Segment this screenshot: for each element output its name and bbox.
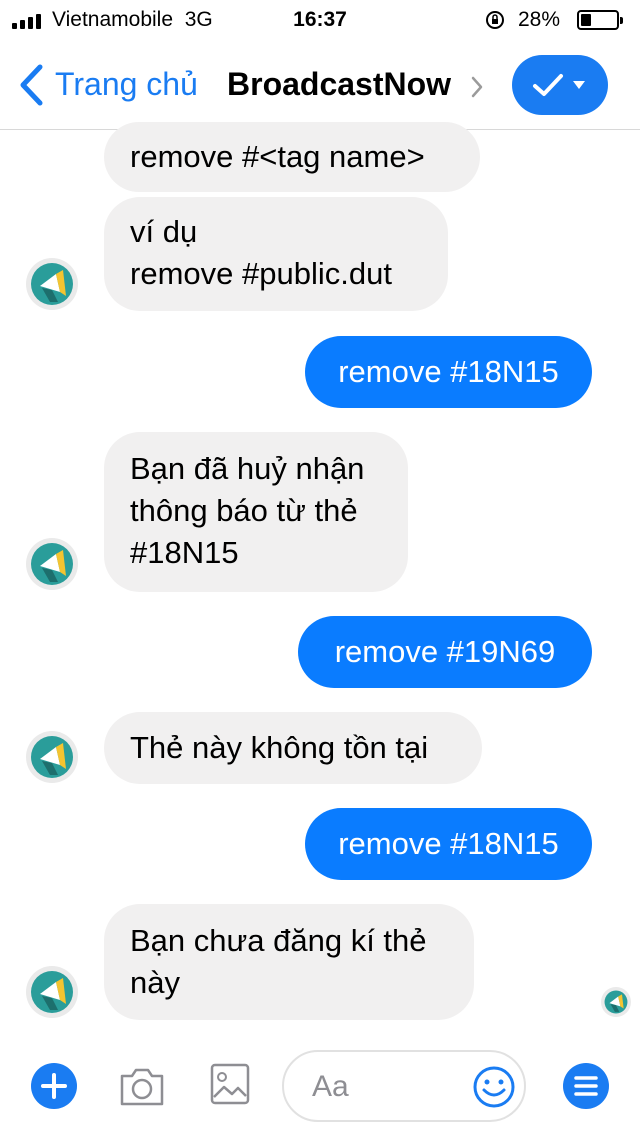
user-message: remove #19N69 bbox=[298, 616, 592, 688]
bot-logo-icon bbox=[604, 990, 628, 1014]
chevron-right-icon[interactable] bbox=[470, 75, 484, 99]
camera-icon[interactable] bbox=[118, 1064, 166, 1108]
subscribe-action-button[interactable] bbox=[512, 55, 608, 115]
message-text: remove #<tag name> bbox=[130, 139, 425, 174]
rotation-lock-icon bbox=[486, 11, 504, 29]
bot-message: Bạn chưa đăng kí thẻ này bbox=[104, 904, 474, 1020]
composer-bar bbox=[0, 1040, 640, 1136]
message-input-field[interactable] bbox=[282, 1050, 526, 1122]
bot-logo-icon bbox=[31, 971, 73, 1013]
message-text: remove #18N15 bbox=[338, 826, 559, 861]
message-text: Thẻ này không tồn tại bbox=[130, 730, 429, 765]
bot-message: Thẻ này không tồn tại bbox=[104, 712, 482, 784]
bot-message: Bạn đã huỷ nhận thông báo từ thẻ #18N15 bbox=[104, 432, 408, 592]
bot-logo-icon bbox=[31, 263, 73, 305]
read-receipt-avatar bbox=[601, 987, 631, 1017]
user-message: remove #18N15 bbox=[305, 808, 592, 880]
chevron-down-icon bbox=[573, 81, 585, 89]
bot-message: ví dụ remove #public.dut bbox=[104, 197, 448, 311]
bot-avatar[interactable] bbox=[26, 731, 78, 783]
menu-icon[interactable] bbox=[562, 1062, 610, 1110]
check-icon bbox=[533, 74, 563, 96]
status-bar: Vietnamobile 3G 16:37 28% bbox=[0, 0, 640, 40]
battery-icon bbox=[577, 10, 623, 30]
bot-logo-icon bbox=[31, 543, 73, 585]
battery-percent: 28% bbox=[518, 8, 561, 31]
message-text: Bạn chưa đăng kí thẻ này bbox=[130, 923, 427, 1000]
message-text: remove #18N15 bbox=[338, 354, 559, 389]
conversation-title[interactable]: BroadcastNow bbox=[227, 66, 451, 103]
bot-message: remove #<tag name> bbox=[104, 122, 480, 192]
plus-icon[interactable] bbox=[30, 1062, 78, 1110]
bot-avatar[interactable] bbox=[26, 258, 78, 310]
message-input[interactable] bbox=[312, 1068, 462, 1106]
bot-avatar[interactable] bbox=[26, 538, 78, 590]
back-chevron-icon[interactable] bbox=[18, 64, 44, 106]
bot-logo-icon bbox=[31, 736, 73, 778]
user-message: remove #18N15 bbox=[305, 336, 592, 408]
message-text: ví dụ remove #public.dut bbox=[130, 214, 392, 291]
gallery-icon[interactable] bbox=[210, 1063, 250, 1105]
message-text: Bạn đã huỷ nhận thông báo từ thẻ #18N15 bbox=[130, 451, 365, 570]
back-button[interactable]: Trang chủ bbox=[55, 66, 198, 103]
bot-avatar[interactable] bbox=[26, 966, 78, 1018]
smile-icon[interactable] bbox=[472, 1065, 516, 1109]
conversation-header: Trang chủ BroadcastNow bbox=[0, 40, 640, 130]
message-text: remove #19N69 bbox=[334, 634, 556, 669]
